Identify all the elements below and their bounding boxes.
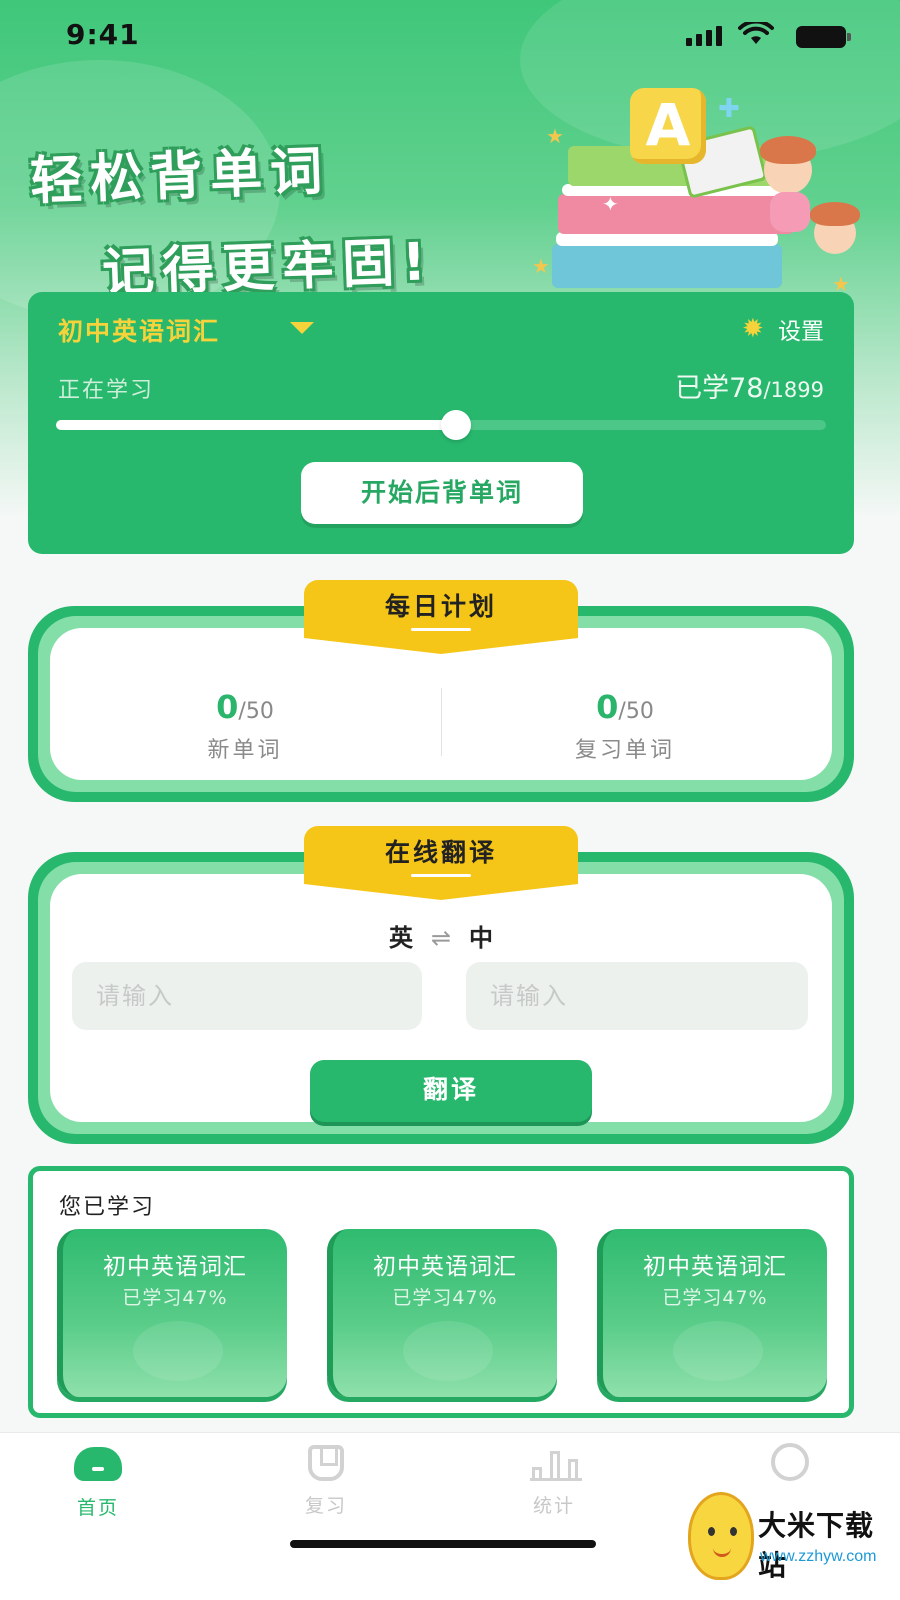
settings-label: 设置 xyxy=(778,319,824,345)
daily-plan-title-text: 每日计划 xyxy=(384,592,497,621)
translate-title: 在线翻译 xyxy=(304,826,578,884)
source-text-input[interactable] xyxy=(72,962,422,1030)
signal-icon xyxy=(686,26,722,46)
new-words-stat[interactable]: 0/50 新单词 xyxy=(70,688,420,764)
book-title: 初中英语词汇 xyxy=(373,1254,517,1280)
review-words-label: 复习单词 xyxy=(574,738,675,763)
profile-icon xyxy=(771,1443,809,1481)
watermark-url: www.zzhyw.com xyxy=(760,1548,877,1565)
status-time: 9:41 xyxy=(66,18,140,51)
divider xyxy=(441,688,442,756)
translate-title-text: 在线翻译 xyxy=(384,838,497,867)
progress-knob[interactable] xyxy=(441,410,472,440)
tab-review-label: 复习 xyxy=(304,1495,347,1517)
source-language[interactable]: 英 xyxy=(389,924,413,952)
status-bar: 9:41 xyxy=(0,0,900,70)
book-progress: 已学习47% xyxy=(662,1287,768,1309)
tab-home[interactable]: 首页 xyxy=(38,1443,158,1520)
learned-heading: 您已学习 xyxy=(59,1195,156,1220)
ribbon-tip xyxy=(304,884,578,900)
hero-slogan: 轻松背单词 记得更牢固! xyxy=(29,132,435,304)
review-words-stat[interactable]: 0/50 复习单词 xyxy=(450,688,800,764)
book-progress: 已学习47% xyxy=(122,1287,228,1309)
learned-prefix: 已学 xyxy=(675,373,730,404)
book-title: 初中英语词汇 xyxy=(643,1254,787,1280)
review-icon xyxy=(308,1445,344,1481)
new-words-count: 0 xyxy=(216,688,239,726)
learned-total: /1899 xyxy=(763,378,824,402)
learned-value: 78 xyxy=(729,373,764,404)
book-title: 初中英语词汇 xyxy=(103,1254,247,1280)
wifi-icon xyxy=(738,19,774,46)
book-progress: 已学习47% xyxy=(392,1287,498,1309)
swap-icon[interactable]: ⇌ xyxy=(431,924,451,952)
start-review-button[interactable]: 开始后背单词 xyxy=(301,462,583,524)
rice-mascot-logo xyxy=(688,1492,754,1580)
new-words-label: 新单词 xyxy=(207,738,283,763)
course-selector[interactable]: 初中英语词汇 xyxy=(58,312,220,348)
letter-a-icon: A xyxy=(630,88,706,164)
tab-stats[interactable]: 统计 xyxy=(494,1443,614,1518)
learned-books-section: 您已学习 初中英语词汇 已学习47% 初中英语词汇 已学习47% 初中英语词汇 … xyxy=(28,1166,854,1418)
settings-button[interactable]: ✹ 设置 xyxy=(742,312,824,346)
progress-fill xyxy=(56,420,457,430)
book-card[interactable]: 初中英语词汇 已学习47% xyxy=(57,1229,287,1397)
stats-icon xyxy=(530,1445,582,1481)
book-card[interactable]: 初中英语词汇 已学习47% xyxy=(327,1229,557,1397)
gear-icon: ✹ xyxy=(742,314,764,344)
tab-stats-label: 统计 xyxy=(532,1495,575,1517)
books-kids-illustration: A ★ ✦ ✚ ★ ★ xyxy=(532,84,872,296)
tab-review[interactable]: 复习 xyxy=(266,1443,386,1518)
studying-label: 正在学习 xyxy=(58,378,155,403)
progress-slider[interactable] xyxy=(56,410,826,440)
ribbon-tip xyxy=(304,638,578,654)
review-words-total: /50 xyxy=(618,699,654,724)
translate-button[interactable]: 翻译 xyxy=(310,1060,592,1122)
tab-home-label: 首页 xyxy=(76,1497,119,1519)
watermark-name: 大米下载站 xyxy=(758,1509,875,1582)
language-switch[interactable]: 英 ⇌ 中 xyxy=(50,918,832,953)
target-language[interactable]: 中 xyxy=(469,924,493,952)
hero-slogan-line1: 轻松背单词 xyxy=(29,141,332,213)
home-indicator xyxy=(290,1540,596,1548)
battery-icon xyxy=(796,26,852,48)
daily-plan-title: 每日计划 xyxy=(304,580,578,638)
home-icon xyxy=(74,1447,122,1481)
learned-count: 已学78/1899 xyxy=(675,366,824,405)
translation-output-field[interactable] xyxy=(466,962,808,1030)
book-card[interactable]: 初中英语词汇 已学习47% xyxy=(597,1229,827,1397)
new-words-total: /50 xyxy=(238,699,274,724)
course-card: 初中英语词汇 ✹ 设置 正在学习 已学78/1899 开始后背单词 xyxy=(28,292,854,554)
caret-down-icon[interactable] xyxy=(290,322,314,334)
site-watermark: 大米下载站 www.zzhyw.com xyxy=(682,1484,894,1588)
review-words-count: 0 xyxy=(596,688,619,726)
